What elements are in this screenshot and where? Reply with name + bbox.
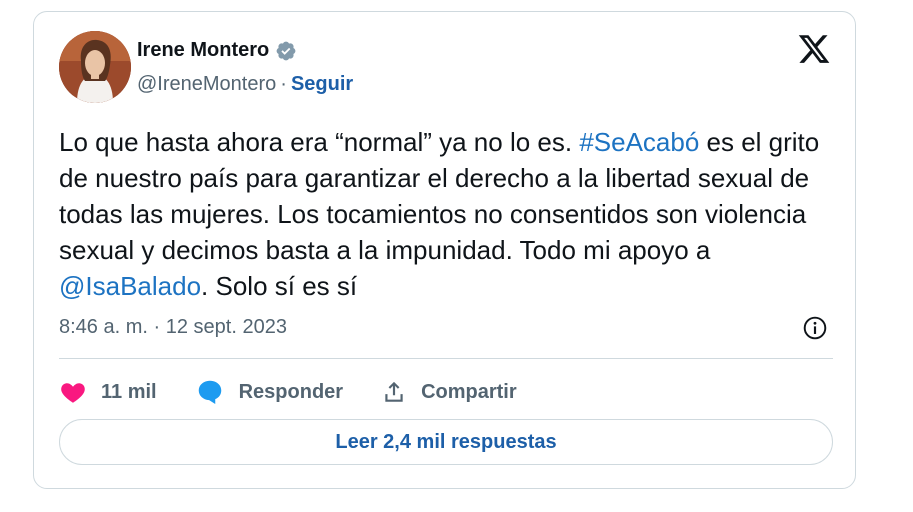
hashtag-link[interactable]: #SeAcabó [579, 127, 699, 157]
tweet-date: 12 sept. 2023 [165, 316, 287, 338]
tweet-text-part-3: . Solo sí es sí [201, 271, 358, 301]
mention-link[interactable]: @IsaBalado [59, 271, 201, 301]
reply-button[interactable]: Responder [195, 377, 343, 407]
read-replies-button[interactable]: Leer 2,4 mil respuestas [59, 419, 833, 465]
heart-icon [59, 378, 87, 406]
tweet-text: Lo que hasta ahora era “normal” ya no lo… [59, 124, 839, 304]
share-icon [381, 379, 407, 405]
timestamp-separator: · [153, 316, 161, 338]
tweet-time: 8:46 a. m. [59, 316, 148, 338]
tweet-text-part-1: Lo que hasta ahora era “normal” ya no lo… [59, 127, 580, 157]
reply-label: Responder [238, 380, 344, 403]
handle-row: @IreneMontero · Seguir [137, 73, 353, 96]
handle-separator: · [280, 73, 287, 95]
avatar-image [59, 31, 131, 103]
share-button[interactable]: Compartir [381, 379, 517, 405]
like-count: 11 mil [101, 380, 157, 403]
verified-badge-icon [275, 40, 297, 62]
like-button[interactable]: 11 mil [59, 378, 157, 406]
author-name[interactable]: Irene Montero [137, 39, 269, 62]
author-name-row: Irene Montero [137, 39, 297, 62]
divider [59, 358, 833, 359]
tweet-timestamp[interactable]: 8:46 a. m. · 12 sept. 2023 [59, 316, 287, 339]
avatar[interactable] [59, 31, 131, 103]
info-icon[interactable] [802, 315, 828, 341]
speech-bubble-icon [195, 377, 225, 407]
follow-button[interactable]: Seguir [291, 73, 353, 96]
tweet-card: Irene Montero @IreneMontero · Seguir Lo … [33, 11, 856, 489]
action-bar: 11 mil Responder Compartir [59, 372, 555, 412]
author-handle[interactable]: @IreneMontero [137, 73, 276, 96]
x-logo-icon[interactable] [797, 32, 831, 66]
share-label: Compartir [421, 380, 517, 403]
